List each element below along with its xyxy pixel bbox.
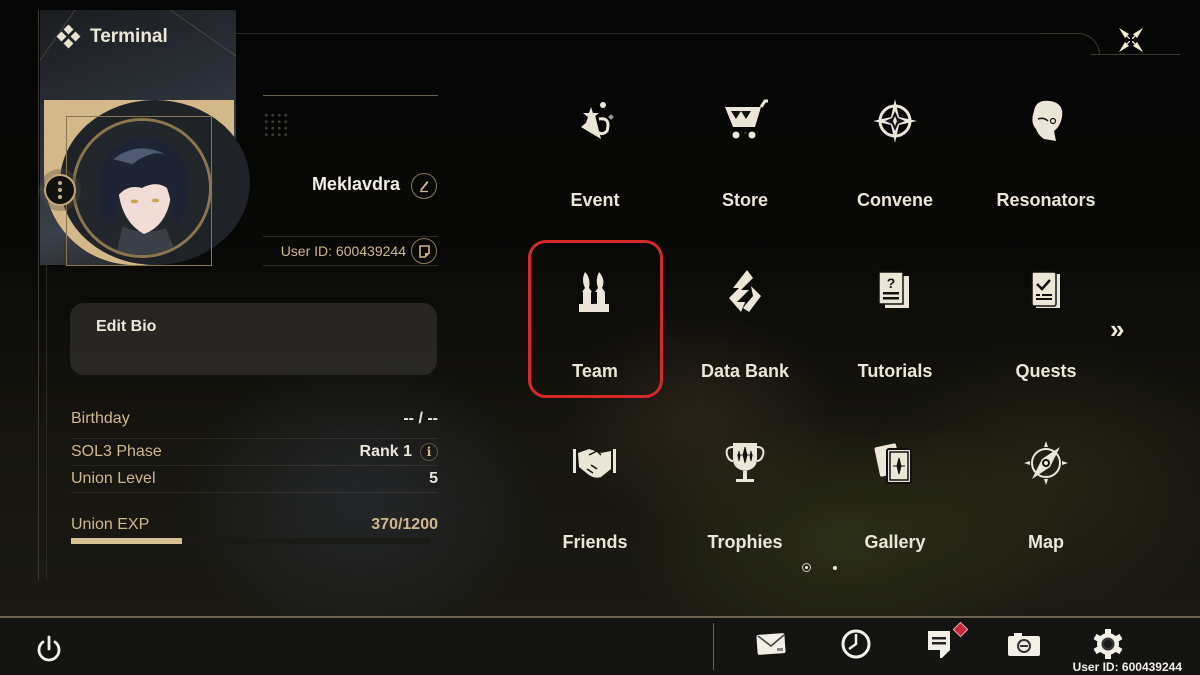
page-dot[interactable] bbox=[833, 565, 837, 570]
divider bbox=[263, 265, 438, 266]
notice-button[interactable] bbox=[922, 628, 958, 660]
decor-dot-grid bbox=[263, 112, 289, 138]
stat-union-exp: Union EXP 370/1200 bbox=[71, 516, 438, 534]
union-exp-progress-bar bbox=[71, 538, 431, 544]
divider bbox=[263, 236, 438, 237]
menu-item-friends[interactable]: Friends bbox=[520, 427, 670, 577]
camera-icon bbox=[1008, 633, 1040, 656]
info-icon[interactable]: i bbox=[420, 443, 438, 461]
bottom-divider bbox=[0, 616, 1200, 618]
gallery-icon bbox=[871, 439, 919, 487]
resonators-icon bbox=[1022, 97, 1070, 145]
pen-icon bbox=[420, 181, 429, 193]
highlight-annotation bbox=[528, 240, 663, 398]
decor-rail bbox=[38, 10, 39, 580]
decor-line bbox=[205, 33, 1075, 34]
menu-item-label: Data Bank bbox=[700, 361, 790, 381]
divider bbox=[71, 492, 438, 493]
avatar-portrait bbox=[75, 121, 209, 255]
bio-label: Edit Bio bbox=[96, 318, 157, 335]
page-title: Terminal bbox=[90, 26, 168, 47]
terminal-icon bbox=[56, 24, 81, 49]
settings-button[interactable] bbox=[1090, 628, 1126, 660]
user-id: User ID: 600439244 bbox=[280, 243, 406, 259]
power-button[interactable] bbox=[33, 633, 65, 665]
stat-label: SOL3 Phase bbox=[71, 443, 162, 460]
menu-item-trophies[interactable]: Trophies bbox=[670, 427, 820, 577]
next-page-button[interactable]: » bbox=[1110, 314, 1125, 345]
edit-bio-field[interactable]: Edit Bio bbox=[70, 303, 437, 375]
menu-item-label: Gallery bbox=[864, 532, 926, 552]
stat-value: Rank 1 bbox=[359, 443, 412, 460]
close-icon bbox=[1119, 28, 1143, 52]
stat-value: 370/1200 bbox=[371, 516, 438, 533]
terminal-header: Terminal bbox=[56, 24, 168, 49]
stat-value-group: Rank 1 i bbox=[360, 443, 438, 461]
union-exp-progress-fill bbox=[71, 538, 182, 544]
close-button[interactable] bbox=[1115, 24, 1147, 56]
avatar[interactable] bbox=[72, 118, 212, 258]
copy-icon bbox=[418, 244, 430, 258]
stat-union-level: Union Level 5 bbox=[71, 470, 438, 488]
player-name: Meklavdra bbox=[311, 174, 400, 194]
settings-icon bbox=[1093, 629, 1123, 659]
menu-item-tutorials[interactable]: ? Tutorials bbox=[820, 256, 970, 406]
tutorials-icon: ? bbox=[871, 268, 919, 316]
stat-value: -- / -- bbox=[403, 410, 438, 427]
decor-curve bbox=[1040, 33, 1100, 55]
menu-item-event[interactable]: Event bbox=[520, 85, 670, 235]
menu-item-label: Trophies bbox=[707, 532, 783, 552]
friends-icon bbox=[571, 439, 619, 487]
power-icon bbox=[37, 635, 61, 662]
profile-options-button[interactable] bbox=[44, 174, 76, 206]
trophies-icon bbox=[721, 439, 769, 487]
stat-sol3-phase: SOL3 Phase Rank 1 i bbox=[71, 443, 438, 461]
menu-item-data-bank[interactable]: Data Bank bbox=[670, 256, 820, 406]
menu-item-store[interactable]: Store bbox=[670, 85, 820, 235]
menu-item-gallery[interactable]: Gallery bbox=[820, 427, 970, 577]
stat-label: Union Level bbox=[71, 470, 156, 487]
divider bbox=[713, 623, 714, 670]
stat-birthday: Birthday -- / -- bbox=[71, 410, 438, 428]
bottom-user-id: User ID: 600439244 bbox=[1072, 660, 1182, 674]
copy-id-button[interactable] bbox=[411, 238, 437, 264]
store-icon bbox=[721, 97, 769, 145]
menu-item-label: Store bbox=[721, 190, 768, 210]
clock-button[interactable] bbox=[838, 628, 874, 660]
map-icon bbox=[1022, 439, 1070, 487]
convene-icon bbox=[871, 97, 919, 145]
menu-item-label: Tutorials bbox=[857, 361, 933, 381]
event-icon bbox=[571, 97, 619, 145]
menu-item-quests[interactable]: Quests bbox=[971, 256, 1121, 406]
stat-label: Birthday bbox=[71, 410, 130, 427]
mail-button[interactable] bbox=[753, 628, 789, 660]
clock-icon bbox=[841, 629, 871, 659]
divider bbox=[71, 438, 438, 439]
menu-item-label: Event bbox=[570, 190, 620, 210]
camera-button[interactable] bbox=[1006, 628, 1042, 660]
notice-icon bbox=[928, 631, 950, 658]
menu-item-convene[interactable]: Convene bbox=[820, 85, 970, 235]
svg-text:?: ? bbox=[887, 275, 896, 291]
mail-icon bbox=[756, 633, 786, 655]
menu-item-map[interactable]: Map bbox=[971, 427, 1121, 577]
menu-item-label: Quests bbox=[1015, 361, 1077, 381]
data-bank-icon bbox=[721, 268, 769, 316]
page-dot-active[interactable] bbox=[802, 563, 811, 572]
menu-item-label: Convene bbox=[856, 190, 934, 210]
quests-icon bbox=[1022, 268, 1070, 316]
edit-name-button[interactable] bbox=[411, 173, 437, 199]
stat-label: Union EXP bbox=[71, 516, 150, 533]
menu-item-label: Friends bbox=[562, 532, 628, 552]
divider bbox=[71, 465, 438, 466]
divider bbox=[263, 95, 438, 96]
menu-item-label: Map bbox=[1028, 532, 1064, 552]
page-indicator bbox=[802, 563, 837, 572]
menu-item-resonators[interactable]: Resonators bbox=[971, 85, 1121, 235]
menu-item-label: Resonators bbox=[996, 190, 1096, 210]
stat-value: 5 bbox=[429, 470, 438, 487]
